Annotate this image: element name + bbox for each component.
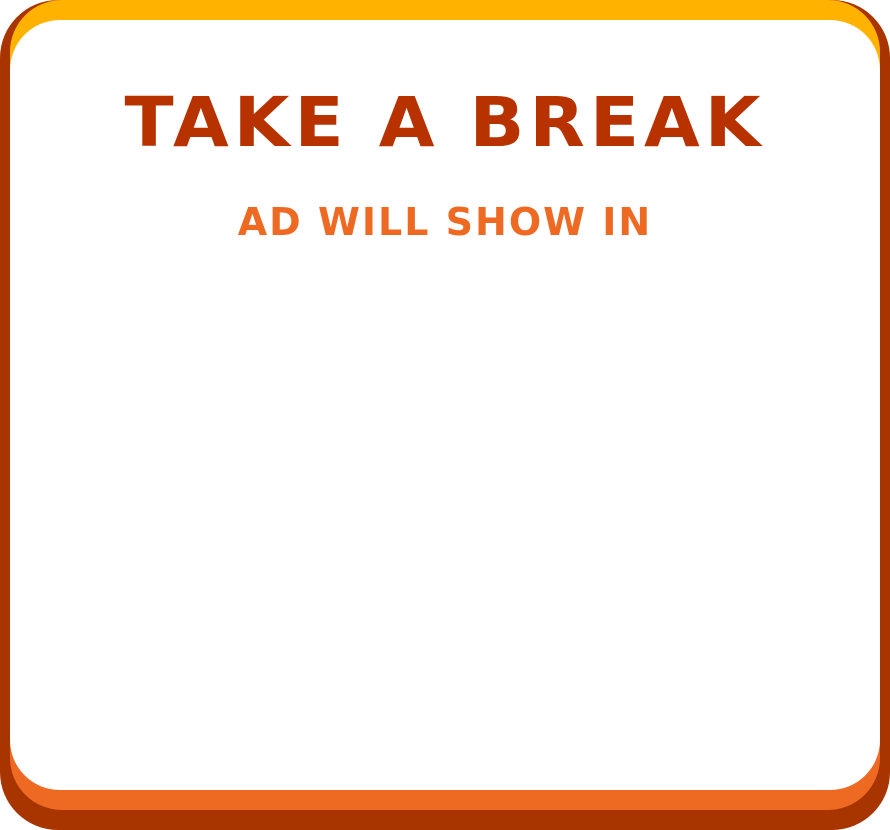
dialog-title: TAKE A BREAK [124,82,766,162]
ad-countdown-label: AD WILL SHOW IN [237,200,653,244]
